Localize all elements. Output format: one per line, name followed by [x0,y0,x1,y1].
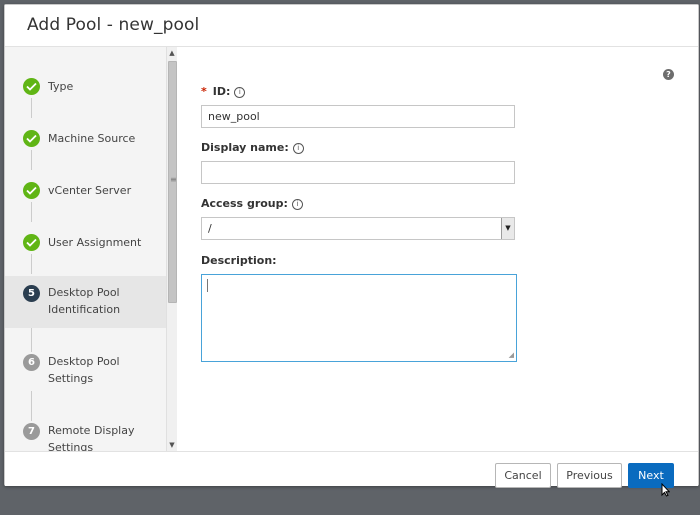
step-label: User Assignment [48,236,142,249]
description-label: Description: [201,254,277,267]
checkmark-icon [23,234,40,251]
add-pool-dialog: Add Pool - new_pool Type Machine Source … [4,4,699,486]
wizard-step-machine-source[interactable]: Machine Source [5,112,166,164]
display-name-input[interactable] [201,161,515,184]
scroll-down-arrow-icon[interactable]: ▼ [167,439,177,451]
step-number-badge: 5 [23,285,40,302]
step-label: Type [48,80,74,93]
wizard-step-desktop-pool-identification[interactable]: 5 Desktop Pool Identification [5,276,166,328]
resize-handle-icon[interactable]: ◢ [509,351,514,359]
display-name-label: Display name: i [201,141,304,154]
dialog-title: Add Pool - new_pool [27,15,200,35]
step-label: Machine Source [48,132,136,145]
checkmark-icon [23,78,40,95]
text-caret [207,279,208,292]
info-icon[interactable]: i [234,87,246,98]
sidebar-scrollbar[interactable]: ▲ ≡ ▼ [166,47,177,451]
access-group-label-text: Access group: [201,197,288,210]
info-icon[interactable]: i [291,199,303,210]
access-group-selected-value: / [208,222,212,235]
grip-icon: ≡ [170,175,177,184]
wizard-step-user-assignment[interactable]: User Assignment [5,216,166,268]
step-label: Remote Display Settings [48,424,135,451]
id-label: * ID: i [201,85,246,98]
step-label: Desktop Pool Settings [48,355,120,385]
step-number-badge: 6 [23,354,40,371]
scroll-up-arrow-icon[interactable]: ▲ [167,47,177,59]
access-group-select[interactable]: / ▼ [201,217,515,240]
checkmark-icon [23,182,40,199]
id-input[interactable]: new_pool [201,105,515,128]
description-textarea[interactable]: ◢ [201,274,517,362]
wizard-steps-sidebar: Type Machine Source vCenter Server User … [5,47,166,451]
required-marker: * [201,85,207,98]
wizard-step-vcenter-server[interactable]: vCenter Server [5,164,166,216]
wizard-step-remote-display-settings[interactable]: 7 Remote Display Settings [5,414,166,451]
access-group-label: Access group: i [201,197,303,210]
step-number-badge: 7 [23,423,40,440]
dropdown-arrow-icon[interactable]: ▼ [501,218,514,239]
id-label-text: ID: [212,85,231,98]
checkmark-icon [23,130,40,147]
scrollbar-thumb[interactable]: ≡ [168,61,177,303]
info-icon[interactable]: i [292,143,304,154]
step-label: Desktop Pool Identification [48,286,121,316]
previous-button[interactable]: Previous [557,463,622,488]
help-icon[interactable]: ? [663,69,674,80]
wizard-step-desktop-pool-settings[interactable]: 6 Desktop Pool Settings [5,345,166,397]
mouse-pointer-icon [661,483,670,497]
wizard-step-type[interactable]: Type [5,60,166,112]
step-label: vCenter Server [48,184,132,197]
cancel-button[interactable]: Cancel [495,463,551,488]
display-name-label-text: Display name: [201,141,289,154]
dialog-header: Add Pool - new_pool [5,5,698,47]
